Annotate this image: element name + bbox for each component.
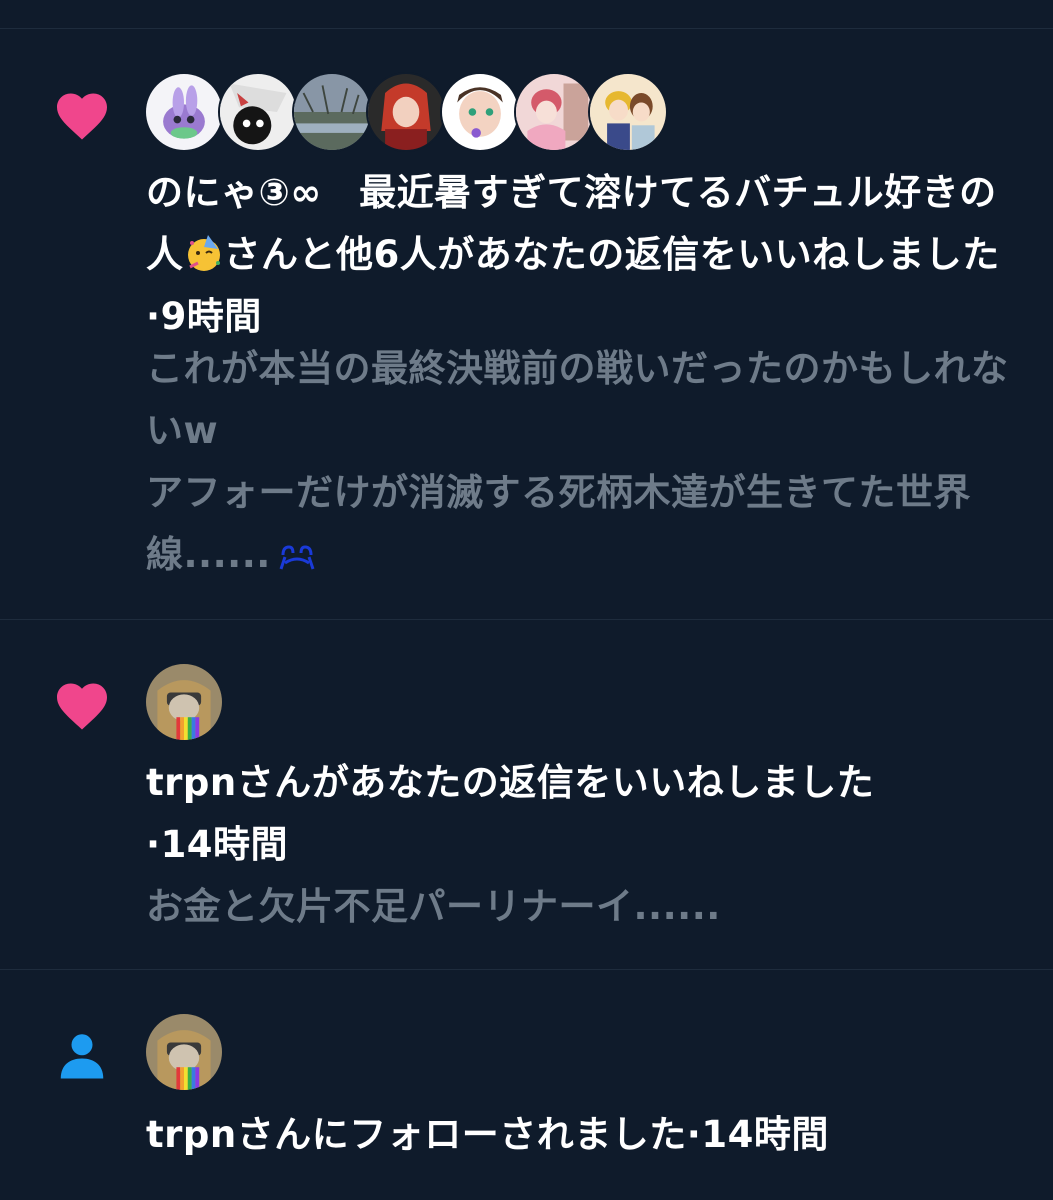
reply-body: これが本当の最終決戦前の戦いだったのかもしれないw アフォーだけが消滅する死柄木… bbox=[146, 347, 1009, 576]
timestamp: 14時間 bbox=[160, 823, 289, 866]
action-text: さんにフォローされました bbox=[236, 1113, 687, 1156]
notification-headline: trpnさんがあなたの返信をいいねしました ·14時間 bbox=[146, 752, 1026, 876]
notification-item[interactable]: trpnさんがあなたの返信をいいねしました ·14時間 お金と欠片不足パーリナーイ… bbox=[0, 620, 1053, 970]
notification-item[interactable]: trpnさんにフォローされました·14時間 bbox=[0, 970, 1053, 1200]
notification-headline: のにゃ③∞ 最近暑すぎて溶けてるバチュル好きの人 さんと他6人があなたの返信をいい… bbox=[146, 162, 1026, 348]
party-face-emoji-icon bbox=[187, 235, 220, 271]
notification-headline: trpnさんにフォローされました·14時間 bbox=[146, 1104, 1026, 1166]
reply-body: お金と欠片不足パーリナーイ...... bbox=[146, 885, 721, 928]
crying-face-emoji-icon bbox=[279, 545, 315, 570]
action-text: さんがあなたの返信をいいねしました bbox=[236, 761, 875, 804]
separator: · bbox=[146, 295, 161, 338]
avatar[interactable] bbox=[440, 72, 520, 152]
avatar[interactable] bbox=[218, 72, 298, 152]
liked-reply-text[interactable]: これが本当の最終決戦前の戦いだったのかもしれないw アフォーだけが消滅する死柄木… bbox=[146, 338, 1026, 586]
heart-icon bbox=[57, 683, 107, 730]
timestamp: 9時間 bbox=[160, 295, 262, 338]
liker-avatars bbox=[144, 662, 224, 746]
avatar[interactable] bbox=[144, 72, 224, 152]
liker-avatars bbox=[144, 72, 668, 156]
top-bar bbox=[0, 0, 1053, 29]
notification-item[interactable]: のにゃ③∞ 最近暑すぎて溶けてるバチュル好きの人 さんと他6人があなたの返信をいい… bbox=[0, 28, 1053, 620]
heart-icon bbox=[57, 93, 107, 140]
follower-avatars bbox=[144, 1012, 224, 1096]
avatar[interactable] bbox=[514, 72, 594, 152]
user-name[interactable]: trpn bbox=[146, 761, 237, 804]
avatar[interactable] bbox=[292, 72, 372, 152]
person-icon bbox=[60, 1034, 104, 1079]
avatar[interactable] bbox=[144, 662, 224, 742]
action-text: さんと他6人があなたの返信をいいねしました bbox=[223, 233, 1000, 276]
liked-reply-text[interactable]: お金と欠片不足パーリナーイ...... bbox=[146, 876, 1026, 938]
user-name[interactable]: trpn bbox=[146, 1113, 237, 1156]
avatar[interactable] bbox=[588, 72, 668, 152]
timestamp: 14時間 bbox=[701, 1113, 829, 1156]
separator: · bbox=[686, 1113, 702, 1156]
avatar[interactable] bbox=[144, 1012, 224, 1092]
avatar[interactable] bbox=[366, 72, 446, 152]
separator: · bbox=[146, 823, 161, 866]
